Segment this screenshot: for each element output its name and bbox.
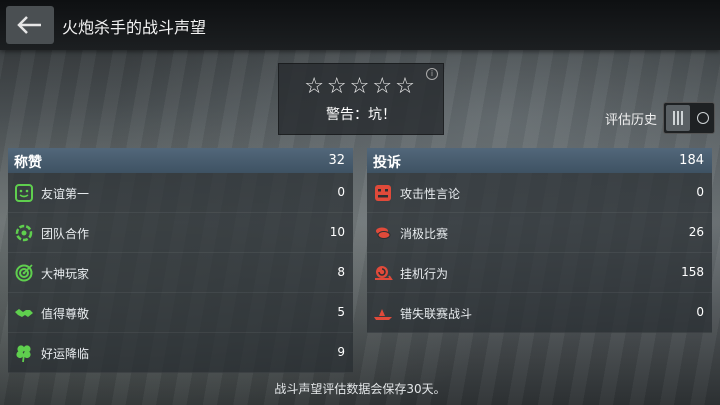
item-value: 9 (337, 345, 345, 359)
page-title: 火炮杀手的战斗声望 (62, 18, 207, 37)
item-value: 158 (681, 265, 704, 279)
item-label: 团队合作 (41, 227, 90, 241)
item-label: 友谊第一 (41, 187, 90, 201)
list-item: 大神玩家 8 (8, 253, 353, 293)
back-button[interactable] (6, 6, 54, 44)
back-arrow-icon (17, 16, 41, 34)
handshake-icon (15, 309, 33, 317)
list-item: 友谊第一 0 (8, 173, 353, 213)
list-item: 挂机行为 158 (367, 253, 712, 293)
item-label: 好运降临 (41, 347, 90, 361)
snail-icon (375, 266, 393, 280)
history-toggle[interactable] (663, 102, 715, 134)
item-value: 0 (696, 305, 704, 319)
rating-card: i ☆☆☆☆☆ 警告：坑！ (278, 63, 444, 135)
list-item: 消极比赛 26 (367, 213, 712, 253)
list-item: 错失联赛战斗 0 (367, 293, 712, 333)
praise-title: 称赞 (14, 155, 42, 171)
stack-icon (376, 227, 391, 239)
list-item: 团队合作 10 (8, 213, 353, 253)
item-label: 大神玩家 (41, 267, 90, 281)
item-label: 消极比赛 (400, 227, 449, 241)
item-label: 挂机行为 (400, 267, 449, 281)
complaints-panel: 投诉 184 攻击性言论 0 消极比赛 26 挂机行为 158 错失联赛战斗 0 (367, 148, 712, 333)
footer-note: 战斗声望评估数据会保存30天。 (274, 382, 446, 396)
top-bar: 火炮杀手的战斗声望 (0, 0, 720, 50)
target-icon (15, 264, 33, 282)
list-item: 攻击性言论 0 (367, 173, 712, 213)
item-value: 8 (337, 265, 345, 279)
item-value: 26 (688, 225, 704, 239)
item-value: 0 (337, 185, 345, 199)
missed-ship-icon (374, 309, 392, 320)
angry-face-icon (375, 185, 391, 201)
rating-warning: 警告：坑！ (326, 107, 396, 123)
clover-icon (16, 345, 31, 363)
smiley-icon (15, 184, 33, 202)
item-label: 攻击性言论 (400, 187, 461, 201)
item-label: 错失联赛战斗 (400, 307, 473, 321)
team-circle-icon (15, 224, 33, 242)
praise-panel: 称赞 32 友谊第一 0 团队合作 10 大神玩家 8 值得尊敬 5 好运降临 … (8, 148, 353, 373)
praise-total: 32 (328, 153, 345, 168)
item-value: 10 (329, 225, 345, 239)
history-label: 评估历史 (605, 113, 658, 128)
list-item: 好运降临 9 (8, 333, 353, 373)
list-item: 值得尊敬 5 (8, 293, 353, 333)
item-value: 5 (337, 305, 345, 319)
toggle-knob (666, 105, 690, 131)
praise-header: 称赞 32 (8, 148, 353, 173)
complaints-total: 184 (679, 153, 704, 168)
item-value: 0 (696, 185, 704, 199)
complaints-header: 投诉 184 (367, 148, 712, 173)
toggle-off-icon (697, 112, 709, 124)
item-label: 值得尊敬 (41, 307, 90, 321)
star-rating: ☆☆☆☆☆ (304, 74, 418, 99)
complaints-title: 投诉 (373, 155, 401, 171)
